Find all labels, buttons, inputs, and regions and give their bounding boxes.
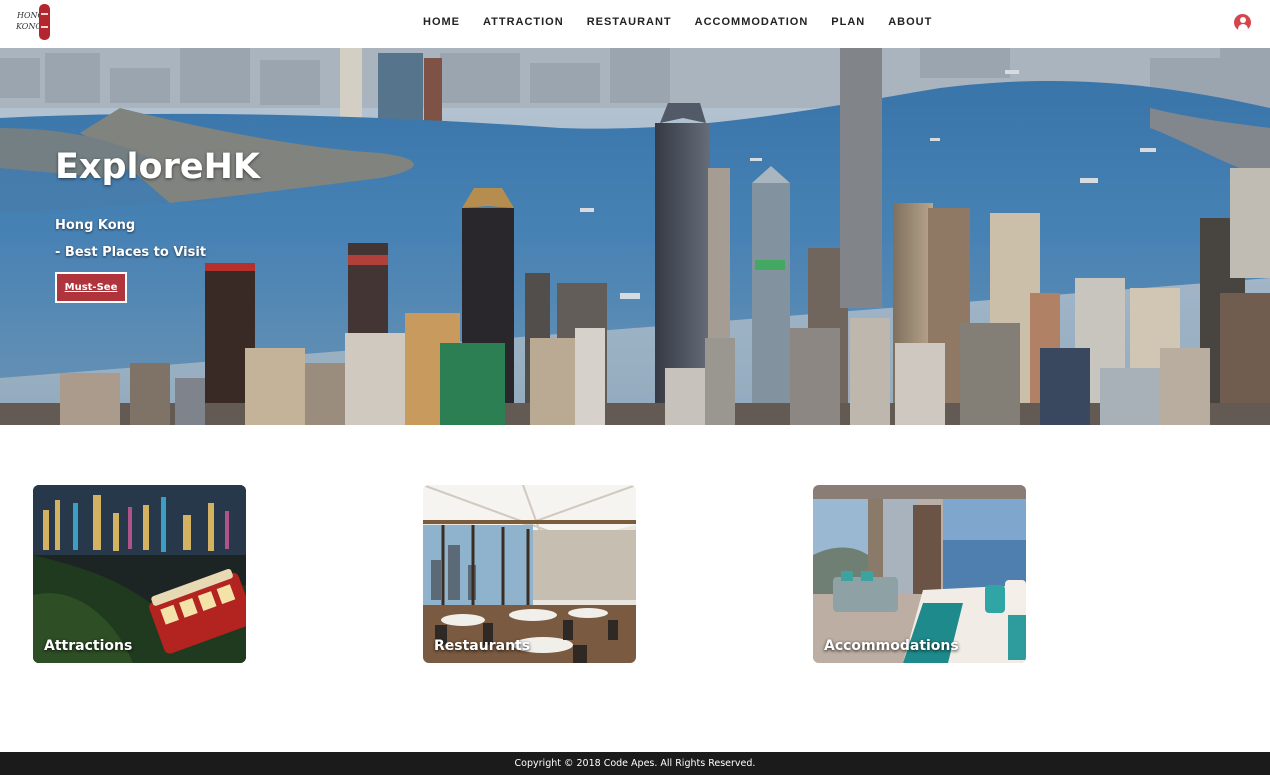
nav-plan[interactable]: PLAN (831, 16, 865, 28)
nav-restaurant[interactable]: RESTAURANT (587, 16, 672, 28)
restaurants-card-label: Restaurants (434, 638, 531, 654)
attractions-card-image (33, 485, 246, 663)
nav-accommodation[interactable]: ACCOMMODATION (695, 16, 809, 28)
accommodations-card-label: Accommodations (824, 638, 959, 654)
main-nav: HOME ATTRACTION RESTAURANT ACCOMMODATION… (423, 16, 932, 28)
nav-about[interactable]: ABOUT (888, 16, 932, 28)
site-footer: Copyright © 2018 Code Apes. All Rights R… (0, 752, 1270, 775)
hong-kong-logo[interactable]: HONG KONG (15, 4, 51, 40)
attractions-card-label: Attractions (44, 638, 133, 654)
restaurants-card-image (423, 485, 636, 663)
hero-skyline-image (0, 48, 1270, 425)
logo-seal-icon (39, 4, 50, 40)
accommodations-card-image (813, 485, 1026, 663)
must-see-button[interactable]: Must-See (55, 272, 127, 303)
accommodations-card[interactable]: Accommodations (813, 485, 1026, 663)
hero-subtitle-line2: - Best Places to Visit (55, 245, 207, 260)
nav-home[interactable]: HOME (423, 16, 460, 28)
user-head-shape (1239, 17, 1246, 23)
site-header: HONG KONG HOME ATTRACTION RESTAURANT ACC… (0, 0, 1270, 48)
attractions-card[interactable]: Attractions (33, 485, 246, 663)
logo-text-line2: KONG (16, 22, 42, 31)
user-body-shape (1237, 24, 1248, 31)
hero-subtitle-line1: Hong Kong (55, 218, 136, 233)
user-account-icon[interactable] (1234, 14, 1251, 31)
hero-banner: ExploreHK Hong Kong - Best Places to Vis… (0, 48, 1270, 425)
copyright-text: Copyright © 2018 Code Apes. All Rights R… (514, 758, 756, 769)
hero-title: ExploreHK (55, 147, 260, 187)
restaurants-card[interactable]: Restaurants (423, 485, 636, 663)
nav-attraction[interactable]: ATTRACTION (483, 16, 564, 28)
